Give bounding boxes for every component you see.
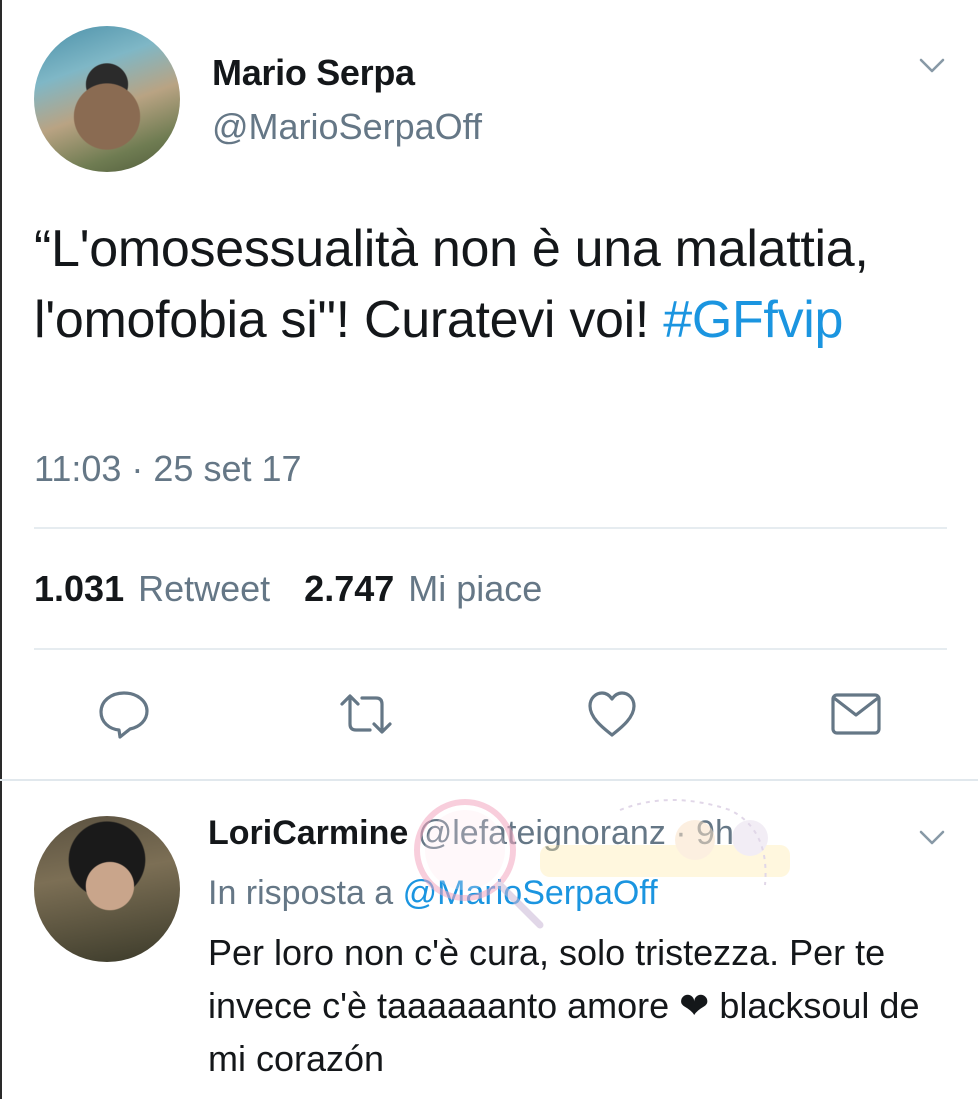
reply-text: Per loro non c'è cura, solo tristezza. P… [208,932,920,1079]
heart-icon[interactable] [584,686,640,742]
in-reply-prefix: In risposta a [208,874,394,912]
divider [34,648,947,650]
divider [34,527,947,529]
author-name[interactable]: Mario Serpa [212,52,415,94]
reply-avatar[interactable] [34,816,180,962]
retweet-label[interactable]: Retweet [138,568,270,610]
like-count[interactable]: 2.747 [304,568,394,610]
reply-header: LoriCarmine @lefateignoranz · 9h [208,814,734,853]
retweet-count[interactable]: 1.031 [34,568,124,610]
hashtag-link[interactable]: #GFfvip [663,291,843,349]
author-handle[interactable]: @MarioSerpaOff [212,106,482,148]
in-reply-to: In risposta a @MarioSerpaOff [208,874,658,913]
tweet-separator [0,779,978,781]
chevron-down-icon[interactable] [919,830,945,846]
like-label[interactable]: Mi piace [408,568,542,610]
mail-icon[interactable] [828,686,884,742]
reply-mention-link[interactable]: @MarioSerpaOff [403,874,658,912]
retweet-icon[interactable] [338,686,394,742]
reply-author-handle[interactable]: @lefateignoranz · 9h [418,814,734,852]
reply-icon[interactable] [96,686,152,742]
tweet-stats: 1.031 Retweet 2.747 Mi piace [34,568,542,610]
main-tweet: Mario Serpa @MarioSerpaOff “L'omosessual… [0,0,978,780]
reply-author-name[interactable]: LoriCarmine [208,814,408,852]
tweet-timestamp[interactable]: 11:03 · 25 set 17 [34,448,302,490]
tweet-text: “L'omosessualità non è una malattia, l'o… [34,214,934,356]
chevron-down-icon[interactable] [919,58,945,74]
author-avatar[interactable] [34,26,180,172]
watermark-logo [414,799,790,929]
